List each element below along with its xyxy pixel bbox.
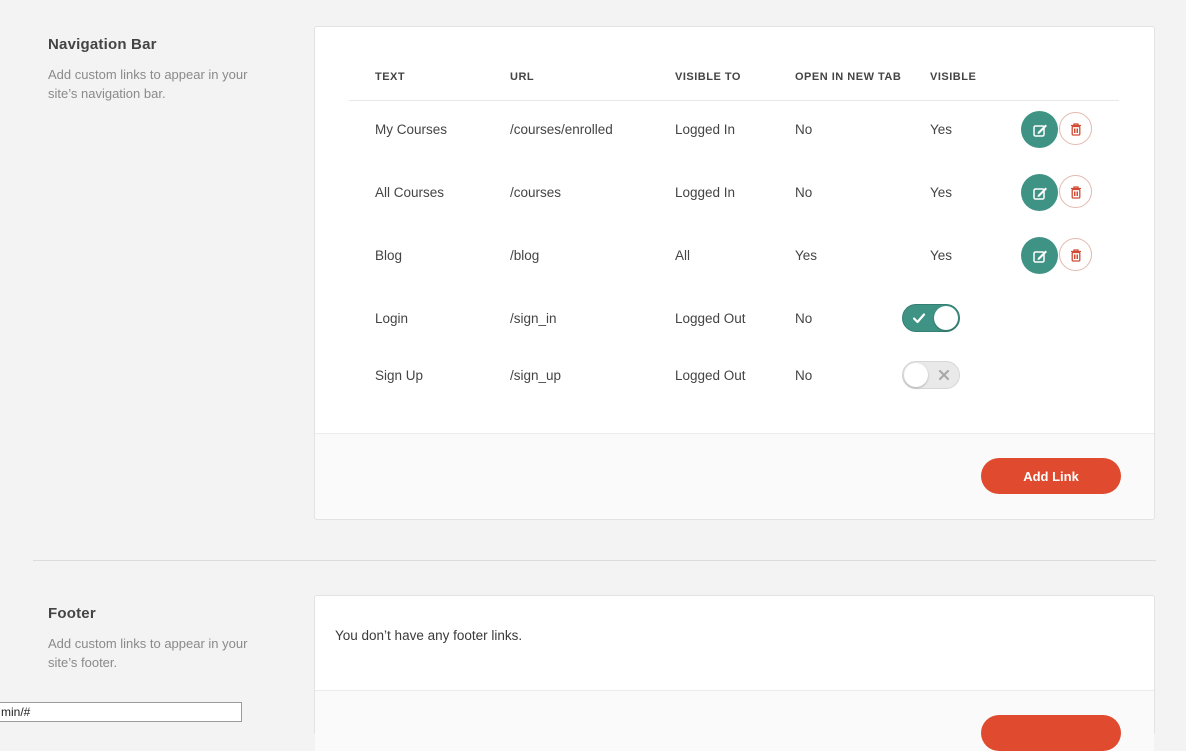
delete-link-button[interactable] [1059, 175, 1092, 208]
table-row: All Courses /courses Logged In No Yes [315, 173, 1154, 213]
link-text: All Courses [375, 185, 445, 200]
link-new-tab: No [795, 311, 813, 326]
link-url: /sign_in [510, 311, 557, 326]
link-visible-to: Logged Out [675, 368, 746, 383]
link-url: /courses [510, 185, 562, 200]
visible-toggle[interactable] [902, 304, 960, 332]
delete-link-button[interactable] [1059, 112, 1092, 145]
add-footer-link-button[interactable] [981, 715, 1121, 751]
link-url: /sign_up [510, 368, 562, 383]
edit-icon [1032, 250, 1047, 263]
trash-icon [1070, 185, 1081, 199]
link-visible: Yes [930, 185, 953, 200]
link-visible-to: Logged Out [675, 311, 746, 326]
status-url-tooltip: min/# [0, 702, 242, 722]
col-header-text: TEXT [375, 71, 406, 83]
header-divider [349, 100, 1119, 101]
add-link-button[interactable]: Add Link [981, 458, 1121, 494]
col-header-url: URL [510, 71, 535, 83]
edit-link-button[interactable] [1021, 174, 1058, 211]
footer-empty-message: You don’t have any footer links. [335, 628, 523, 643]
footer-section-description: Add custom links to appear in your site’… [48, 636, 248, 670]
edit-icon [1032, 124, 1047, 137]
edit-icon [1032, 187, 1047, 200]
link-text: Sign Up [375, 368, 424, 383]
link-visible-to: All [675, 248, 691, 263]
link-visible-to: Logged In [675, 185, 736, 200]
link-new-tab: No [795, 122, 813, 137]
footer-card-footer [315, 690, 1154, 751]
delete-link-button[interactable] [1059, 238, 1092, 271]
link-text: Login [375, 311, 409, 326]
toggle-knob [904, 363, 928, 387]
toggle-knob [934, 306, 958, 330]
col-header-open-new-tab: OPEN IN NEW TAB [795, 71, 902, 83]
footer-links-card: You don’t have any footer links. [314, 595, 1155, 751]
nav-card-footer: Add Link [315, 433, 1154, 519]
col-header-visible: VISIBLE [930, 71, 977, 83]
nav-section-description: Add custom links to appear in your site’… [48, 67, 248, 101]
edit-link-button[interactable] [1021, 111, 1058, 148]
nav-section-title: Navigation Bar [48, 36, 157, 53]
table-row: Sign Up /sign_up Logged Out No [315, 356, 1154, 396]
nav-links-card: TEXT URL VISIBLE TO OPEN IN NEW TAB VISI… [314, 26, 1155, 520]
section-divider [33, 560, 1156, 561]
table-row: Blog /blog All Yes Yes [315, 236, 1154, 276]
check-icon [912, 313, 926, 324]
edit-link-button[interactable] [1021, 237, 1058, 274]
table-row: Login /sign_in Logged Out No [315, 299, 1154, 339]
link-text: Blog [375, 248, 403, 263]
link-visible: Yes [930, 122, 953, 137]
link-new-tab: No [795, 185, 813, 200]
link-visible: Yes [930, 248, 953, 263]
link-url: /blog [510, 248, 540, 263]
table-row: My Courses /courses/enrolled Logged In N… [315, 110, 1154, 150]
trash-icon [1070, 122, 1081, 136]
trash-icon [1070, 248, 1081, 262]
link-new-tab: Yes [795, 248, 818, 263]
link-visible-to: Logged In [675, 122, 736, 137]
col-header-visible-to: VISIBLE TO [675, 71, 741, 83]
link-new-tab: No [795, 368, 813, 383]
link-url: /courses/enrolled [510, 122, 613, 137]
x-icon [938, 369, 950, 381]
link-text: My Courses [375, 122, 448, 137]
footer-section-title: Footer [48, 605, 96, 622]
visible-toggle[interactable] [902, 361, 960, 389]
